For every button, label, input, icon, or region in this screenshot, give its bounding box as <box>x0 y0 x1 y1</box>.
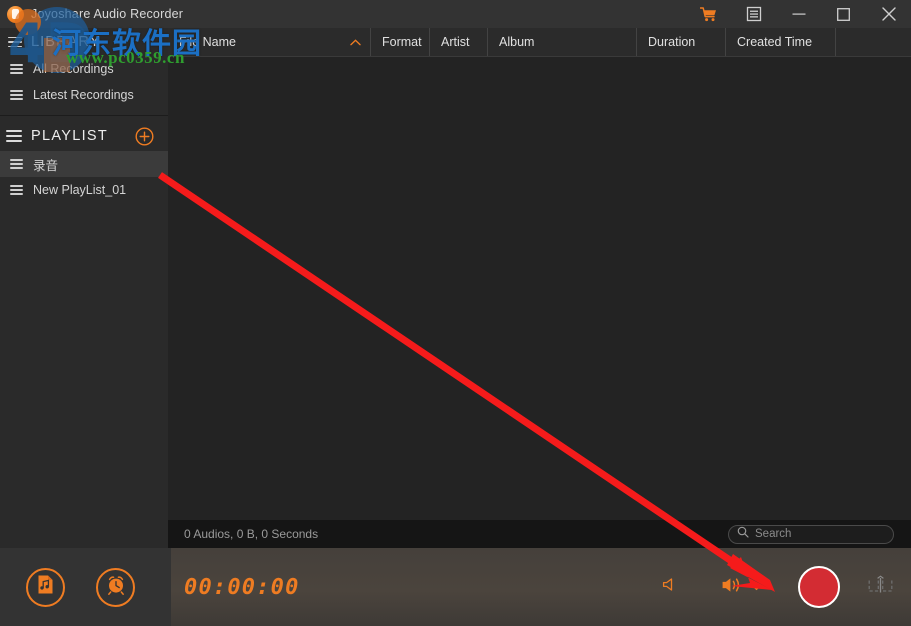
list-lines-icon <box>8 36 22 48</box>
search-box[interactable] <box>728 524 894 544</box>
trim-button[interactable] <box>868 574 893 600</box>
library-label: LIBRARY <box>31 34 101 50</box>
maximize-button[interactable] <box>821 0 866 28</box>
alarm-clock-icon <box>105 574 127 601</box>
column-label: Artist <box>441 35 470 49</box>
chevron-down-icon <box>751 578 762 596</box>
column-header-album[interactable]: Album <box>488 28 637 56</box>
column-label: Duration <box>648 35 696 49</box>
sidebar-item-label: All Recordings <box>33 62 114 76</box>
application-window: Joyoshare Audio Recorder LIBRARY All Rec… <box>0 0 911 626</box>
table-body-empty[interactable] <box>168 57 911 520</box>
control-bar-right <box>662 566 893 608</box>
control-bar-main: 00:00:00 <box>171 548 911 626</box>
sidebar-item-all-recordings[interactable]: All Recordings <box>0 56 168 82</box>
window-title: Joyoshare Audio Recorder <box>31 7 184 21</box>
recording-timer: 00:00:00 <box>184 574 300 600</box>
speaker-volume-icon <box>721 576 747 599</box>
minimize-button[interactable] <box>776 0 821 28</box>
title-bar: Joyoshare Audio Recorder <box>0 0 911 28</box>
volume-button[interactable] <box>721 576 762 599</box>
sidebar-item-label: 录音 <box>33 158 59 173</box>
sidebar-item-label: New PlayList_01 <box>33 183 127 197</box>
column-header-file-name[interactable]: File Name <box>168 28 371 56</box>
column-label: Format <box>382 35 422 49</box>
column-header-created-time[interactable]: Created Time <box>726 28 836 56</box>
status-bar-left-filler <box>0 520 168 548</box>
search-input[interactable] <box>755 528 880 540</box>
music-file-icon <box>35 574 56 600</box>
sidebar-section-library: LIBRARY <box>0 28 168 56</box>
column-header-extra[interactable] <box>836 28 911 56</box>
list-lines-icon <box>6 130 22 142</box>
joyoshare-logo-icon <box>7 5 24 23</box>
maximize-icon <box>837 7 850 21</box>
sidebar-divider <box>0 115 168 116</box>
cart-button[interactable] <box>686 0 731 28</box>
status-summary: 0 Audios, 0 B, 0 Seconds <box>184 527 319 541</box>
playlist-label: PLAYLIST <box>31 128 109 144</box>
column-label: File Name <box>179 35 236 49</box>
column-header-format[interactable]: Format <box>371 28 430 56</box>
sidebar: LIBRARY All Recordings Latest Recordings… <box>0 28 168 548</box>
record-button[interactable] <box>798 566 840 608</box>
status-bar: 0 Audios, 0 B, 0 Seconds <box>168 520 911 548</box>
menu-button[interactable] <box>731 0 776 28</box>
close-icon <box>881 7 896 21</box>
list-lines-icon <box>10 90 23 100</box>
menu-icon <box>746 6 762 22</box>
close-button[interactable] <box>866 0 911 28</box>
sidebar-item-playlist-new-01[interactable]: New PlayList_01 <box>0 177 168 203</box>
main-content: File Name Format Artist Album Duration C… <box>168 28 911 520</box>
cart-icon <box>700 6 717 22</box>
audio-file-button[interactable] <box>26 567 65 607</box>
speaker-muted-icon <box>662 577 677 597</box>
add-playlist-button[interactable] <box>135 126 154 146</box>
sidebar-item-label: Latest Recordings <box>33 88 134 102</box>
table-header-row: File Name Format Artist Album Duration C… <box>168 28 911 57</box>
search-icon <box>737 525 749 543</box>
sidebar-item-latest-recordings[interactable]: Latest Recordings <box>0 82 168 108</box>
sidebar-section-playlist: PLAYLIST <box>0 121 168 151</box>
list-lines-icon <box>10 64 23 74</box>
control-bar-left <box>0 548 171 626</box>
column-header-duration[interactable]: Duration <box>637 28 726 56</box>
scheduler-button[interactable] <box>96 567 135 607</box>
column-label: Album <box>499 35 535 49</box>
control-bar: 00:00:00 <box>0 548 911 626</box>
trim-split-icon <box>868 574 893 600</box>
mute-button[interactable] <box>662 577 677 597</box>
minimize-icon <box>792 8 806 20</box>
sort-ascending-icon <box>350 35 361 49</box>
column-header-artist[interactable]: Artist <box>430 28 488 56</box>
list-lines-icon <box>10 159 23 169</box>
list-lines-icon <box>10 185 23 195</box>
column-label: Created Time <box>737 35 813 49</box>
sidebar-item-playlist-recording[interactable]: 录音 <box>0 151 168 177</box>
